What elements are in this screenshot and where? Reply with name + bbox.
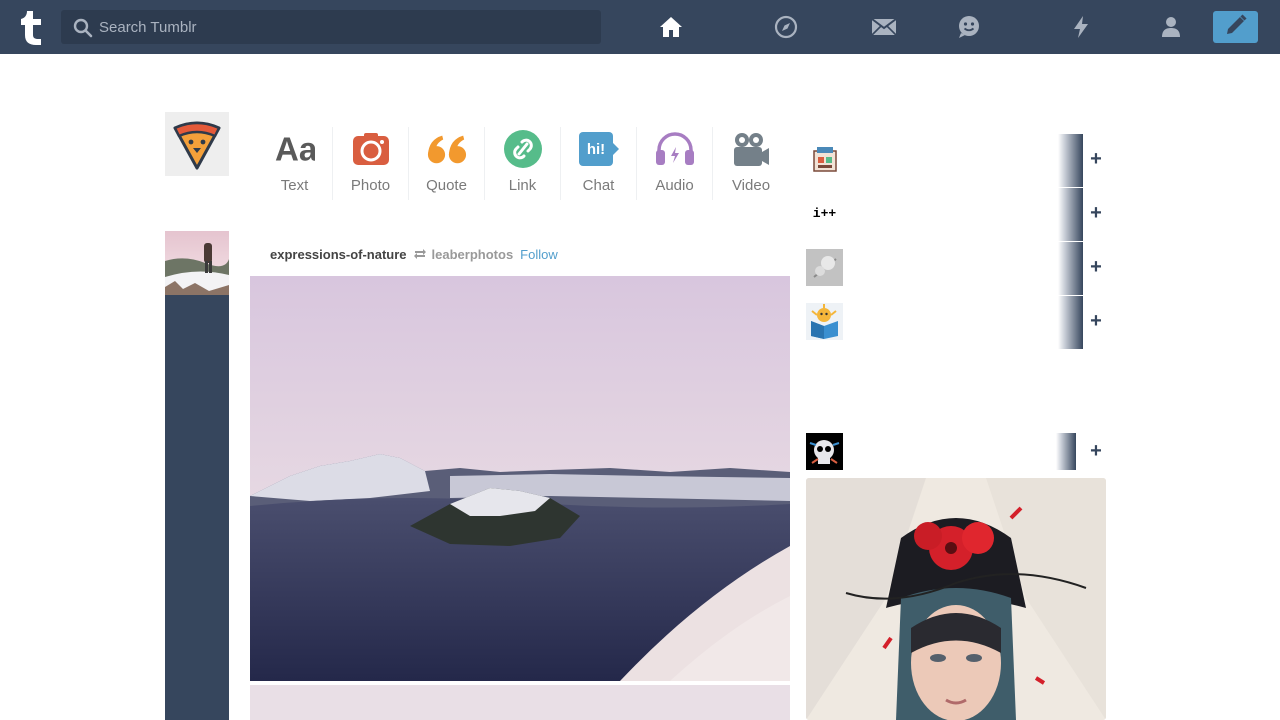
inbox-icon[interactable] — [870, 13, 898, 41]
chat-post-icon: hi! — [578, 129, 619, 169]
explore-icon[interactable] — [772, 13, 800, 41]
search-box[interactable] — [61, 10, 601, 44]
post-type-label: Link — [508, 177, 537, 194]
post-author-link[interactable]: expressions-of-nature — [270, 247, 407, 262]
next-post-photo[interactable] — [250, 685, 790, 720]
blog-avatar-text: i++ — [812, 206, 837, 221]
account-icon[interactable] — [1157, 13, 1185, 41]
follow-blog-button[interactable]: + — [1089, 201, 1103, 225]
recommended-blog[interactable]: + — [806, 296, 1106, 349]
blog-fade — [1058, 134, 1083, 187]
blog-avatar — [806, 249, 843, 286]
post-type-label: Chat — [582, 177, 615, 194]
blog-avatar — [806, 141, 843, 178]
search-input[interactable] — [99, 10, 589, 44]
follow-blog-button[interactable]: + — [1089, 147, 1103, 171]
post-type-chat[interactable]: hi! Chat — [561, 127, 637, 200]
follow-link[interactable]: Follow — [520, 247, 558, 262]
quote-post-icon — [427, 129, 467, 169]
text-post-icon: Aa — [275, 129, 315, 169]
blog-avatar — [806, 303, 843, 340]
recommended-blog[interactable]: + — [806, 242, 1106, 295]
post-author-avatar[interactable] — [165, 231, 229, 295]
post-type-label: Text — [280, 177, 309, 194]
blog-fade — [1056, 433, 1076, 470]
photo-post-icon — [351, 129, 391, 169]
link-post-icon — [503, 129, 543, 169]
follow-blog-button[interactable]: + — [1089, 255, 1103, 279]
blog-fade — [1058, 242, 1083, 295]
post-type-label: Video — [731, 177, 771, 194]
post-avatar-column — [165, 231, 229, 720]
activity-icon[interactable] — [1067, 13, 1095, 41]
pencil-icon — [1224, 13, 1248, 42]
blog-fade — [1058, 296, 1083, 349]
post-type-quote[interactable]: Quote — [409, 127, 485, 200]
blog-fade — [1058, 188, 1083, 241]
user-avatar[interactable] — [165, 112, 229, 176]
reblog-source-link[interactable]: leaberphotos — [432, 247, 514, 262]
tumblr-logo-icon[interactable] — [18, 8, 46, 46]
messaging-icon[interactable] — [955, 13, 983, 41]
top-navigation-bar — [0, 0, 1280, 54]
reblog-icon — [413, 247, 427, 261]
post-type-text[interactable]: Aa Text — [257, 127, 333, 200]
follow-blog-button[interactable]: + — [1089, 309, 1103, 333]
recommended-blog[interactable]: i++ + — [806, 188, 1106, 241]
audio-post-icon — [655, 129, 695, 169]
post-type-video[interactable]: Video — [713, 127, 789, 200]
post-type-photo[interactable]: Photo — [333, 127, 409, 200]
compose-button[interactable] — [1213, 11, 1258, 43]
search-icon — [73, 18, 93, 38]
blog-avatar — [806, 433, 843, 470]
post-type-link[interactable]: Link — [485, 127, 561, 200]
svg-text:Aa: Aa — [275, 131, 315, 168]
post-header: expressions-of-nature leaberphotos Follo… — [270, 244, 558, 264]
radar-post-image[interactable] — [806, 478, 1106, 720]
post-photo[interactable] — [250, 276, 790, 681]
svg-text:hi!: hi! — [586, 141, 604, 158]
recommended-blog[interactable]: + — [806, 134, 1106, 187]
post-type-label: Audio — [655, 177, 694, 194]
post-type-audio[interactable]: Audio — [637, 127, 713, 200]
radar-blog[interactable]: + — [806, 433, 1106, 471]
post-type-label: Quote — [426, 177, 467, 194]
home-icon[interactable] — [657, 13, 685, 41]
post-type-label: Photo — [350, 177, 391, 194]
blog-avatar: i++ — [806, 195, 843, 232]
post-type-selector: Aa Text Photo Quote Link hi! Chat Audio … — [257, 127, 790, 200]
video-post-icon — [731, 129, 771, 169]
follow-blog-button[interactable]: + — [1089, 439, 1103, 463]
